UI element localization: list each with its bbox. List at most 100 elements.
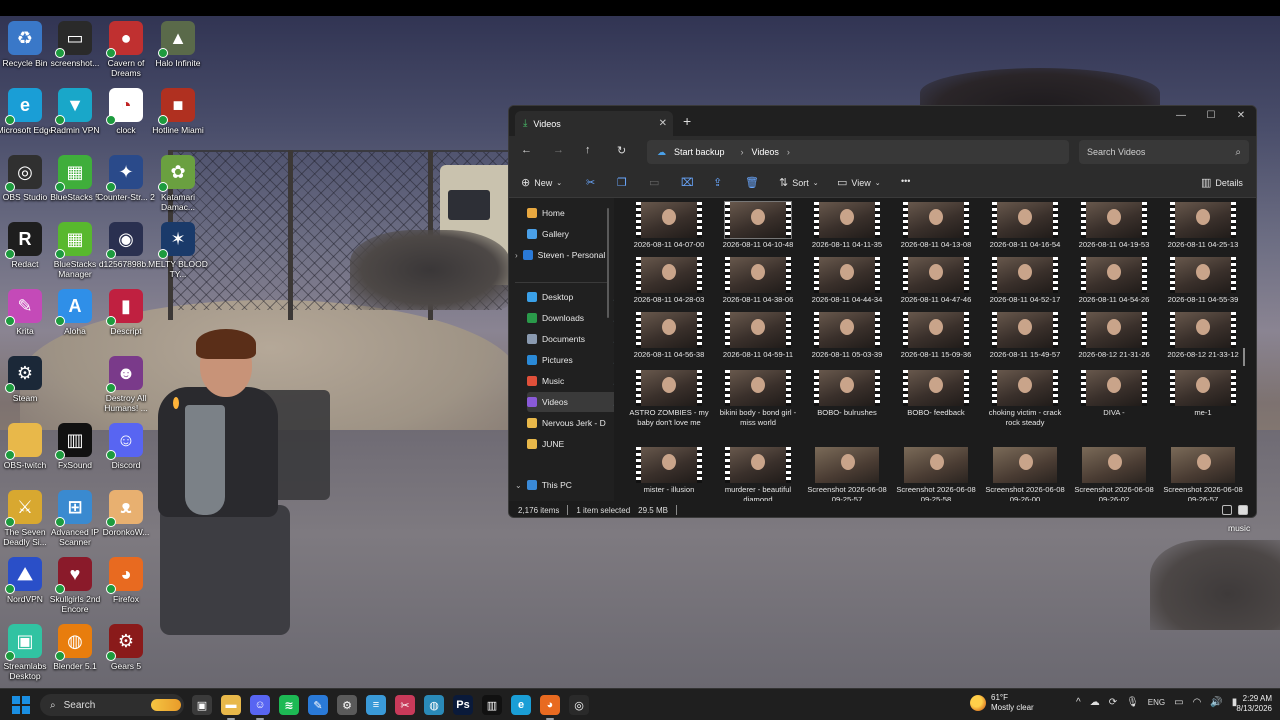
fxsound-icon[interactable]: ▥ <box>482 695 502 715</box>
forward-button[interactable]: → <box>553 144 564 156</box>
video-file-item[interactable]: mister - illusion <box>626 447 712 495</box>
cut-button[interactable]: ✂ <box>586 176 595 189</box>
video-file-item[interactable]: Screenshot 2026-06-08 09-25-57 <box>804 447 890 501</box>
video-file-item[interactable]: 2026-08-11 04-38-06 <box>715 257 801 305</box>
nav-item[interactable]: JUNE <box>527 434 614 454</box>
weather-widget[interactable]: 61°F Mostly clear <box>970 693 1034 713</box>
mic-icon[interactable]: 🎙 <box>1126 697 1139 708</box>
file-explorer-icon[interactable]: ▬ <box>221 695 241 720</box>
discord-icon[interactable]: ☺ <box>250 695 270 720</box>
video-file-item[interactable]: 2026-08-11 04-44-34 <box>804 257 890 305</box>
video-file-item[interactable]: DIVA - <box>1071 370 1157 418</box>
show-hidden-icons-button[interactable]: ^ <box>1076 697 1081 708</box>
video-file-item[interactable]: 2026-08-11 04-10-48 <box>715 201 801 250</box>
paint-icon[interactable]: ✎ <box>308 695 328 715</box>
video-file-item[interactable]: Screenshot 2026-06-08 09-26-00 <box>982 447 1068 501</box>
display-icon[interactable]: ▭ <box>1174 697 1183 708</box>
close-window-button[interactable]: ✕ <box>1226 106 1256 136</box>
video-file-item[interactable]: 2026-08-11 04-19-53 <box>1071 202 1157 250</box>
video-file-item[interactable]: Screenshot 2026-06-08 09-26-02 <box>1071 447 1157 501</box>
share-button[interactable]: ⇪ <box>713 176 722 189</box>
paste-button[interactable]: ▭ <box>649 176 659 189</box>
clock[interactable]: 2:29 AM 8/13/2026 <box>1216 694 1272 714</box>
video-file-item[interactable]: 2026-08-11 15-49-57 <box>982 312 1068 360</box>
navigation-scrollbar[interactable] <box>607 208 609 318</box>
refresh-button[interactable]: ↻ <box>617 144 626 157</box>
edge-icon[interactable]: e <box>511 695 531 715</box>
up-button[interactable]: ↑ <box>585 144 591 156</box>
desktop-icon[interactable]: ◕ Firefox <box>95 557 157 604</box>
expand-chevron-icon[interactable]: › <box>515 251 518 260</box>
nav-item[interactable]: Home <box>527 203 614 223</box>
firefox-icon[interactable]: ◕ <box>540 695 560 720</box>
video-file-item[interactable]: murderer - beautiful diamond <box>715 447 801 501</box>
video-file-item[interactable]: 2026-08-11 04-13-08 <box>893 202 979 250</box>
nav-item[interactable]: Downloads 📌 <box>527 308 614 328</box>
view-button[interactable]: ▭ View ⌄ <box>837 176 881 189</box>
language-indicator[interactable]: ENG <box>1148 698 1165 707</box>
expand-chevron-icon[interactable]: ⌄ <box>515 481 522 490</box>
nav-item[interactable]: Desktop 📌 <box>527 287 614 307</box>
nav-item[interactable]: › Steven - Personal <box>515 245 610 265</box>
video-file-item[interactable]: bikini body - bond girl - miss world <box>715 370 801 427</box>
notepad-icon[interactable]: ≡ <box>366 695 386 715</box>
desktop-icon[interactable]: ▲ Halo Infinite <box>147 21 209 68</box>
video-file-item[interactable]: 2026-08-11 04-47-46 <box>893 257 979 305</box>
nav-item[interactable]: Documents 📌 <box>527 329 614 349</box>
desktop-icon[interactable]: ⚙ Gears 5 <box>95 624 157 671</box>
video-file-item[interactable]: 2026-08-11 04-11-35 <box>804 202 890 250</box>
desktop-music-label[interactable]: music <box>1228 523 1250 533</box>
sync-icon[interactable]: ⟳ <box>1109 697 1117 708</box>
new-tab-button[interactable]: + <box>683 113 691 129</box>
more-options-button[interactable]: ••• <box>901 176 910 186</box>
obs-icon[interactable]: ◎ <box>569 695 589 715</box>
photoshop-icon[interactable]: Ps <box>453 695 473 715</box>
tab-videos[interactable]: ⤓ Videos ✕ <box>515 111 673 136</box>
back-button[interactable]: ← <box>521 144 532 156</box>
desktop-icon[interactable]: ☺ Discord <box>95 423 157 470</box>
video-file-item[interactable]: ASTRO ZOMBIES - my baby don't love me <box>626 370 712 427</box>
nav-item[interactable]: Pictures 📌 <box>527 350 614 370</box>
nav-item[interactable]: ⌄ This PC <box>515 475 610 495</box>
taskbar-search[interactable]: ⌕ Search <box>40 694 184 716</box>
rename-button[interactable]: ⌧ <box>681 176 694 189</box>
breadcrumb-videos[interactable]: Videos <box>752 147 779 157</box>
desktop-icon[interactable]: ✿ Katamari Damac... <box>147 155 209 212</box>
content-scrollbar[interactable] <box>1243 348 1245 366</box>
video-file-item[interactable]: 2026-08-11 04-16-54 <box>982 202 1068 250</box>
nav-item[interactable]: Nervous Jerk - D <box>527 413 614 433</box>
desktop-icon[interactable]: ■ Hotline Miami <box>147 88 209 135</box>
thumbnail-view-toggle[interactable] <box>1238 505 1248 515</box>
copy-button[interactable]: ❐ <box>617 176 627 189</box>
settings-icon[interactable]: ⚙ <box>337 695 357 715</box>
sort-button[interactable]: ⇅ Sort ⌄ <box>779 176 819 189</box>
video-file-item[interactable]: 2026-08-11 15-09-36 <box>893 312 979 360</box>
nav-item[interactable]: Videos 📌 <box>527 392 614 412</box>
video-file-item[interactable]: 2026-08-11 04-07-00 <box>626 202 712 250</box>
details-button[interactable]: ▥ Details <box>1201 176 1243 189</box>
video-file-item[interactable]: BOBO- bulrushes <box>804 370 890 418</box>
taskview-icon[interactable]: ▣ <box>192 695 212 715</box>
video-file-item[interactable]: 2026-08-11 04-28-03 <box>626 257 712 305</box>
delete-button[interactable]: 🗑 <box>745 176 759 189</box>
minimize-button[interactable]: — <box>1166 106 1196 136</box>
video-file-item[interactable]: me-1 <box>1160 370 1246 418</box>
video-file-item[interactable]: 2026-08-11 04-56-38 <box>626 312 712 360</box>
video-file-item[interactable]: 2026-08-11 05-03-39 <box>804 312 890 360</box>
video-file-item[interactable]: Screenshot 2026-06-08 09-25-58 <box>893 447 979 501</box>
details-view-toggle[interactable] <box>1222 505 1232 515</box>
video-file-item[interactable]: 2026-08-11 04-55-39 <box>1160 257 1246 305</box>
search-input[interactable]: Search Videos ⌕ <box>1079 140 1249 164</box>
video-file-item[interactable]: Screenshot 2026-06-08 09-26-57 <box>1160 447 1246 501</box>
video-file-item[interactable]: 2026-08-11 04-52-17 <box>982 257 1068 305</box>
close-tab-icon[interactable]: ✕ <box>659 118 667 129</box>
new-button[interactable]: ⊕ New ⌄ <box>521 176 562 189</box>
nav-item[interactable]: Gallery <box>527 224 614 244</box>
video-file-item[interactable]: 2026-08-11 04-59-11 <box>715 312 801 360</box>
spotify-icon[interactable]: ≋ <box>279 695 299 715</box>
desktop-icon[interactable]: ☻ Destroy All Humans! ... <box>95 356 157 413</box>
video-file-item[interactable]: 2026-08-12 21-33-12 <box>1160 312 1246 360</box>
breadcrumb-start-backup[interactable]: Start backup <box>674 147 725 157</box>
address-bar[interactable]: ☁ Start backup › Videos › <box>647 140 1069 164</box>
start-button[interactable] <box>12 696 30 714</box>
